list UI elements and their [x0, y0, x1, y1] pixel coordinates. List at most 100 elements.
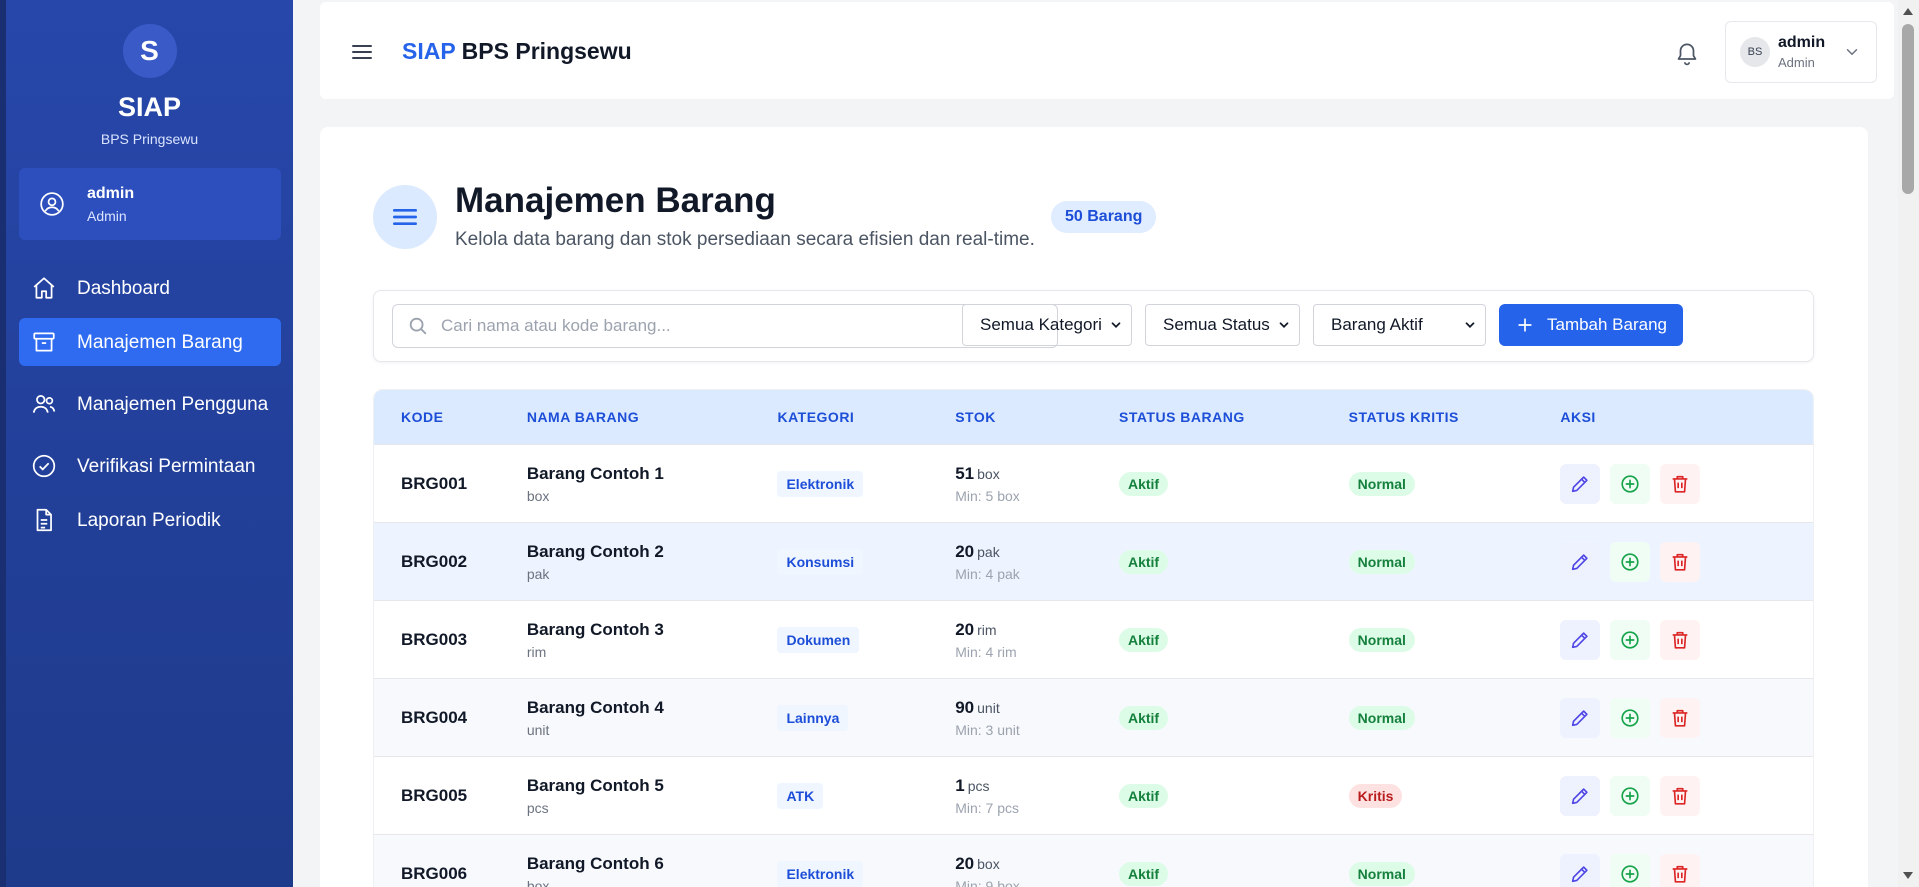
stock-value: 20 [955, 619, 975, 639]
search-box[interactable] [392, 304, 1058, 348]
page-title: Manajemen Barang [455, 181, 776, 220]
sidebar-item-verifikasi-permintaan[interactable]: Verifikasi Permintaan [19, 442, 281, 490]
edit-button[interactable] [1560, 463, 1601, 504]
filter-bar: Semua Kategori Semua Status Barang Aktif… [373, 290, 1814, 362]
cell-status-barang: Aktif [1118, 627, 1349, 652]
sidebar-item-label: Manajemen Pengguna [77, 393, 269, 415]
status-select[interactable]: Semua Status [1145, 304, 1300, 346]
avatar: BS [1740, 37, 1770, 67]
column-header[interactable]: STATUS BARANG [1119, 409, 1349, 425]
brand: S SIAP BPS Pringsewu [6, 0, 293, 147]
column-header[interactable]: NAMA BARANG [527, 409, 778, 425]
cell-stok: 20 pak Min: 4 pak [955, 542, 1119, 582]
cell-aksi [1560, 619, 1813, 660]
add-stock-button[interactable] [1610, 775, 1651, 816]
status-badge: Aktif [1118, 783, 1169, 808]
page-scrollbar[interactable] [1898, 0, 1919, 887]
add-stock-button[interactable] [1610, 697, 1651, 738]
search-input[interactable] [441, 316, 1021, 336]
trash-icon [1673, 553, 1688, 571]
sidebar-item-dashboard[interactable]: Dashboard [19, 264, 281, 312]
cell-kode: BRG001 [401, 473, 468, 493]
sidebar-user-card[interactable]: admin Admin [19, 168, 281, 240]
table-row: BRG006 Barang Contoh 6 box Elektronik 20 box M… [374, 834, 1813, 887]
cell-status-kritis: Normal [1348, 627, 1561, 652]
item-name: Barang Contoh 2 [526, 541, 664, 561]
cell-status-barang: Aktif [1118, 471, 1349, 496]
delete-button[interactable] [1660, 853, 1701, 887]
search-icon [409, 317, 427, 335]
item-unit: pcs [526, 799, 549, 816]
cell-stok: 20 rim Min: 4 rim [955, 620, 1119, 660]
sidebar-item-manajemen-pengguna[interactable]: Manajemen Pengguna [19, 372, 281, 436]
cell-stok: 90 unit Min: 3 unit [955, 698, 1119, 738]
column-header[interactable]: KODE [374, 409, 527, 425]
hamburger-menu-icon[interactable] [350, 40, 374, 64]
status-badge: Aktif [1118, 471, 1169, 496]
sidebar-item-label: Laporan Periodik [77, 509, 221, 531]
stock-minimum: Min: 7 pcs [955, 799, 1020, 816]
cell-nama: Barang Contoh 1 box [527, 464, 778, 504]
edit-button[interactable] [1560, 541, 1601, 582]
category-badge: Konsumsi [777, 548, 864, 575]
page-subtitle: Kelola data barang dan stok persediaan s… [455, 229, 1035, 250]
edit-button[interactable] [1560, 853, 1601, 887]
chevron-down-icon [1279, 322, 1289, 328]
add-stock-button[interactable] [1610, 619, 1651, 660]
stock-minimum: Min: 4 pak [955, 565, 1020, 582]
sidebar-user-name: admin [87, 184, 135, 202]
sidebar-item-laporan-periodik[interactable]: Laporan Periodik [19, 496, 281, 544]
cell-kode: BRG003 [401, 629, 468, 649]
bell-icon[interactable] [1674, 40, 1700, 66]
column-header[interactable]: STOK [955, 409, 1119, 425]
stock-value: 90 [955, 697, 975, 717]
delete-button[interactable] [1660, 619, 1701, 660]
scrollbar-thumb[interactable] [1902, 24, 1914, 194]
item-name: Barang Contoh 5 [526, 775, 664, 795]
cell-nama: Barang Contoh 2 pak [527, 542, 778, 582]
brand-logo: S [122, 24, 177, 78]
add-stock-button[interactable] [1610, 541, 1651, 582]
sidebar-nav: Dashboard Manajemen Barang Manajemen Pen… [19, 264, 281, 550]
column-header[interactable]: STATUS KRITIS [1349, 409, 1561, 425]
pencil-icon [1572, 553, 1589, 570]
kategori-select-value: Semua Kategori [980, 315, 1102, 334]
delete-button[interactable] [1660, 775, 1701, 816]
add-stock-button[interactable] [1610, 463, 1651, 504]
home-icon [33, 277, 55, 299]
brand-subtitle: BPS Pringsewu [100, 131, 199, 147]
main-card: Manajemen Barang Kelola data barang dan … [320, 127, 1868, 887]
brand-name: SIAP [117, 92, 182, 122]
critical-status-badge: Kritis [1348, 783, 1403, 808]
edit-button[interactable] [1560, 775, 1601, 816]
table-body: BRG001 Barang Contoh 1 box Elektronik 51 box M… [374, 444, 1813, 887]
app-title-accent: SIAP [402, 38, 456, 64]
sidebar-item-label: Manajemen Barang [77, 331, 243, 353]
check-circle-icon [32, 454, 56, 478]
plus-circle-icon [1621, 630, 1639, 649]
delete-button[interactable] [1660, 463, 1701, 504]
sidebar-item-manajemen-barang[interactable]: Manajemen Barang [19, 318, 281, 366]
stock-minimum: Min: 5 box [955, 487, 1020, 504]
pencil-icon [1572, 787, 1589, 804]
status-badge: Aktif [1118, 861, 1169, 886]
trash-icon [1673, 631, 1688, 649]
scroll-up-arrow-icon[interactable] [1903, 8, 1913, 15]
table-row: BRG002 Barang Contoh 2 pak Konsumsi 20 pak Min… [374, 522, 1813, 600]
delete-button[interactable] [1660, 541, 1701, 582]
cell-stok: 51 box Min: 5 box [955, 464, 1119, 504]
delete-button[interactable] [1660, 697, 1701, 738]
column-header[interactable]: KATEGORI [777, 409, 955, 425]
edit-button[interactable] [1560, 619, 1601, 660]
profile-dropdown[interactable]: BS admin Admin [1725, 21, 1877, 83]
item-unit: box [526, 487, 550, 504]
add-item-button[interactable]: Tambah Barang [1499, 304, 1683, 346]
aktif-select[interactable]: Barang Aktif [1313, 304, 1486, 346]
scroll-down-arrow-icon[interactable] [1903, 872, 1913, 879]
add-stock-button[interactable] [1610, 853, 1651, 887]
table-header: KODE NAMA BARANG KATEGORI STOK STATUS BA… [374, 390, 1813, 444]
trash-icon [1673, 787, 1688, 805]
edit-button[interactable] [1560, 697, 1601, 738]
kategori-select[interactable]: Semua Kategori [962, 304, 1132, 346]
status-select-value: Semua Status [1163, 315, 1270, 334]
